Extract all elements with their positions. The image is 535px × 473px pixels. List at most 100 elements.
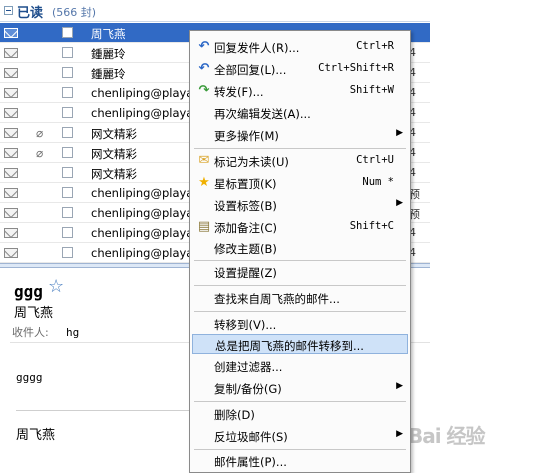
envelope-icon [4,128,18,138]
row-checkbox[interactable] [62,167,73,178]
menu-item-label: 查找来自周飞燕的邮件... [214,292,340,306]
group-count: (566 封) [52,6,97,19]
submenu-arrow-icon: ▶ [396,429,403,439]
envelope-icon [4,188,18,198]
menu-item-edit-subject[interactable]: 修改主题(B) [192,238,408,258]
paperclip-icon: ⌀ [36,126,44,140]
menu-item-reply-all[interactable]: ↶ 全部回复(L)... Ctrl+Shift+R [192,59,408,79]
menu-item-label: 设置标签(B) [214,199,277,213]
mail-signature: 周飞燕 [16,428,56,443]
submenu-arrow-icon: ▶ [396,198,403,208]
envelope-icon [4,108,18,118]
menu-item-shortcut: Shift+W [349,84,394,96]
row-checkbox[interactable] [62,147,73,158]
menu-item-label: 回复发件人(R)... [214,41,300,55]
menu-item-label: 邮件属性(P)... [214,455,287,469]
mail-sender[interactable]: 周飞燕 [14,302,53,321]
row-checkbox[interactable] [62,47,73,58]
row-checkbox[interactable] [62,27,73,38]
envelope-icon [4,228,18,238]
menu-item-label: 反垃圾邮件(S) [214,430,288,444]
envelope-icon [4,148,18,158]
row-checkbox[interactable] [62,207,73,218]
star-icon[interactable]: ☆ [48,276,64,297]
recipient-label: 收件人: [12,326,49,339]
menu-separator [194,449,406,450]
menu-item-label: 删除(D) [214,408,255,422]
menu-item-move-to[interactable]: 转移到(V)... [192,314,408,334]
row-checkbox[interactable] [62,127,73,138]
watermark-logo: Bai 经验 [408,424,486,448]
row-sender: 网文精彩 [91,127,137,141]
menu-item-always-move[interactable]: 总是把周飞燕的邮件转移到... [192,334,408,354]
envelope-icon [4,248,18,258]
submenu-arrow-icon: ▶ [396,128,403,138]
menu-item-anti-spam[interactable]: 反垃圾邮件(S) ▶ [192,426,408,446]
menu-item-add-note[interactable]: ▤ 添加备注(C) Shift+C [192,217,408,237]
menu-item-shortcut: Ctrl+U [356,154,394,166]
mail-subject: ggg [14,282,43,301]
envelope-icon: ✉ [198,153,210,168]
menu-separator [194,401,406,402]
group-title: 已读 [17,6,44,21]
menu-item-find-from-sender[interactable]: 查找来自周飞燕的邮件... [192,288,408,308]
menu-item-set-tag[interactable]: 设置标签(B) ▶ [192,195,408,215]
row-checkbox[interactable] [62,247,73,258]
row-checkbox[interactable] [62,67,73,78]
menu-item-create-filter[interactable]: 创建过滤器... [192,356,408,376]
menu-item-label: 更多操作(M) [214,129,279,143]
envelope-icon [4,28,18,38]
menu-item-properties[interactable]: 邮件属性(P)... [192,451,408,471]
menu-item-star-top[interactable]: ★ 星标置顶(K) Num * [192,173,408,193]
row-sender: 鍾麗玲 [91,47,126,61]
menu-item-mark-unread[interactable]: ✉ 标记为未读(U) Ctrl+U [192,151,408,171]
menu-item-label: 全部回复(L)... [214,63,287,77]
envelope-icon [4,68,18,78]
mail-body: gggg [16,371,43,384]
row-checkbox[interactable] [62,107,73,118]
menu-item-label: 星标置顶(K) [214,177,277,191]
row-sender: chenliping@playa [91,106,191,120]
envelope-icon [4,168,18,178]
row-checkbox[interactable] [62,87,73,98]
row-checkbox[interactable] [62,227,73,238]
forward-arrow-icon: ↷ [198,83,210,98]
recipient-value[interactable]: hg [66,326,79,339]
menu-item-label: 转发(F)... [214,85,264,99]
mail-group-header[interactable]: 已读 (566 封) [0,0,430,22]
row-sender: chenliping@playa [91,206,191,220]
row-sender: chenliping@playa [91,86,191,100]
menu-item-shortcut: Ctrl+Shift+R [318,62,394,74]
collapse-toggle-icon[interactable] [4,6,13,15]
note-icon: ▤ [197,219,211,234]
menu-item-copy-backup[interactable]: 复制/备份(G) ▶ [192,378,408,398]
menu-separator [194,260,406,261]
menu-item-forward[interactable]: ↷ 转发(F)... Shift+W [192,81,408,101]
reply-all-arrow-icon: ↶ [198,61,210,76]
envelope-icon [4,88,18,98]
menu-item-label: 添加备注(C) [214,221,278,235]
menu-item-label: 修改主题(B) [214,242,277,256]
row-sender: chenliping@playa [91,226,191,240]
row-checkbox[interactable] [62,187,73,198]
menu-item-label: 标记为未读(U) [214,155,289,169]
menu-item-set-reminder[interactable]: 设置提醒(Z) [192,262,408,282]
menu-item-label: 再次编辑发送(A)... [214,107,311,121]
menu-item-more-actions[interactable]: 更多操作(M) ▶ [192,125,408,145]
menu-item-label: 转移到(V)... [214,318,277,332]
menu-item-label: 创建过滤器... [214,360,283,374]
menu-item-label: 设置提醒(Z) [214,266,277,280]
signature-divider [16,410,216,411]
menu-separator [194,148,406,149]
menu-item-delete[interactable]: 删除(D) [192,404,408,424]
paperclip-icon: ⌀ [36,146,44,160]
menu-item-edit-resend[interactable]: 再次编辑发送(A)... [192,103,408,123]
menu-item-shortcut: Num * [362,176,394,188]
menu-item-reply[interactable]: ↶ 回复发件人(R)... Ctrl+R [192,37,408,57]
menu-separator [194,285,406,286]
star-icon: ★ [198,175,210,190]
context-menu: ↶ 回复发件人(R)... Ctrl+R ↶ 全部回复(L)... Ctrl+S… [189,30,411,473]
row-sender: 网文精彩 [91,167,137,181]
reply-arrow-icon: ↶ [198,39,210,54]
row-sender: 鍾麗玲 [91,67,126,81]
